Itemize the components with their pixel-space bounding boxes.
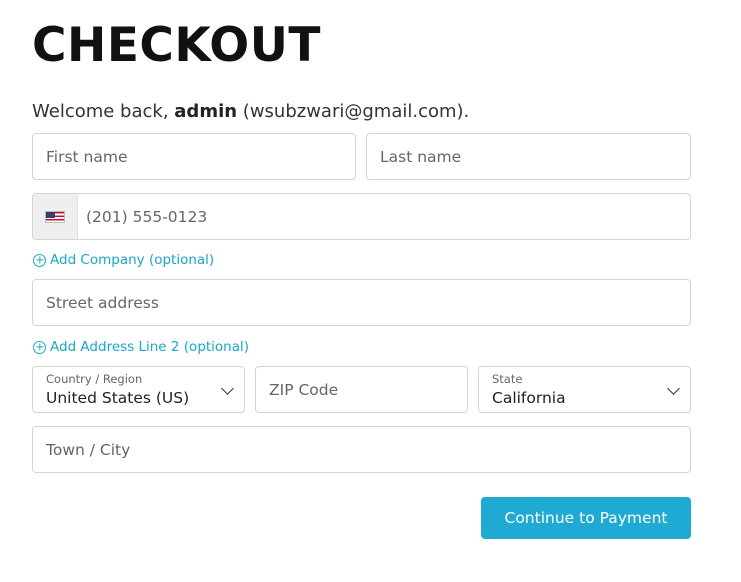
country-code-selector[interactable] <box>33 194 78 239</box>
add-company-label: Add Company (optional) <box>50 252 215 268</box>
welcome-prefix: Welcome back, <box>32 101 175 122</box>
plus-circle-icon <box>33 340 46 354</box>
street-address-input[interactable] <box>33 280 690 325</box>
phone-input[interactable] <box>78 194 690 239</box>
chevron-down-icon <box>221 382 234 395</box>
zip-code-input[interactable] <box>256 367 467 412</box>
welcome-username: admin <box>174 101 238 122</box>
zip-code-field[interactable] <box>255 366 468 413</box>
plus-circle-icon <box>33 253 46 267</box>
page-title: CHECKOUT <box>32 18 321 73</box>
checkout-page: CHECKOUT Welcome back, admin (wsubzwari@… <box>0 0 741 582</box>
welcome-message: Welcome back, admin (wsubzwari@gmail.com… <box>32 101 469 122</box>
state-select[interactable]: State California <box>478 366 691 413</box>
phone-field[interactable] <box>32 193 691 240</box>
last-name-input[interactable] <box>367 134 690 179</box>
street-address-field[interactable] <box>32 279 691 326</box>
last-name-field[interactable] <box>366 133 691 180</box>
state-label: State <box>492 372 523 386</box>
first-name-input[interactable] <box>33 134 355 179</box>
chevron-down-icon <box>667 382 680 395</box>
add-address-line-2-label: Add Address Line 2 (optional) <box>50 339 250 355</box>
add-address-line-2-link[interactable]: Add Address Line 2 (optional) <box>33 339 249 355</box>
welcome-email: (wsubzwari@gmail.com). <box>242 101 470 122</box>
first-name-field[interactable] <box>32 133 356 180</box>
add-company-link[interactable]: Add Company (optional) <box>33 252 214 268</box>
us-flag-icon <box>45 210 65 223</box>
country-region-value: United States (US) <box>46 389 190 407</box>
town-city-field[interactable] <box>32 426 691 473</box>
town-city-input[interactable] <box>33 427 690 472</box>
state-value: California <box>492 389 566 407</box>
country-region-label: Country / Region <box>46 372 143 386</box>
country-region-select[interactable]: Country / Region United States (US) <box>32 366 245 413</box>
continue-to-payment-button[interactable]: Continue to Payment <box>481 497 691 539</box>
